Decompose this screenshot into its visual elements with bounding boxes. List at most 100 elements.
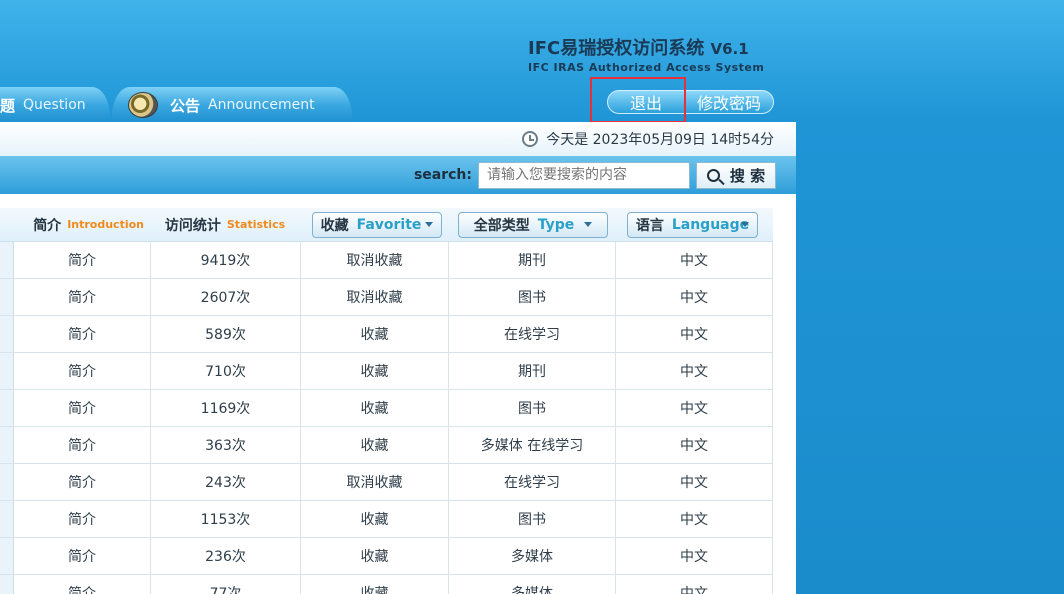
stats-cell: 1169次 [151, 390, 301, 426]
favorite-toggle[interactable]: 取消收藏 [301, 242, 449, 278]
table-row: 简介 589次 收藏 在线学习 中文 [0, 316, 773, 353]
search-icon [706, 168, 720, 182]
brand-logo: IFC易瑞授权访问系统 V6.1 IFC IRAS Authorized Acc… [528, 34, 764, 74]
current-datetime: 今天是 2023年05月09日 14时54分 [546, 132, 774, 148]
search-button-label: 搜 索 [729, 166, 766, 185]
header-stats: 访问统计 Statistics [150, 215, 300, 235]
table-row: 简介 9419次 取消收藏 期刊 中文 [0, 242, 773, 279]
row-gutter [0, 575, 14, 594]
stats-cell: 363次 [151, 427, 301, 463]
favorite-toggle[interactable]: 收藏 [301, 390, 449, 426]
favorite-toggle[interactable]: 取消收藏 [301, 279, 449, 315]
stats-cell: 1153次 [151, 501, 301, 537]
language-dropdown-en: Language [671, 216, 750, 233]
brand-subtitle: IFC IRAS Authorized Access System [528, 61, 765, 74]
tab-question-cn: 题 [0, 96, 16, 115]
speaker-icon [128, 92, 158, 118]
type-dropdown-cn: 全部类型 [473, 217, 530, 234]
type-cell: 多媒体 [449, 575, 616, 594]
search-button[interactable]: 搜 索 [696, 161, 776, 189]
header-stats-cn: 访问统计 [164, 217, 221, 234]
clock-icon [522, 131, 539, 147]
row-gutter [0, 353, 14, 389]
favorite-dropdown[interactable]: 收藏 Favorite [312, 211, 442, 238]
tab-announcement-cn: 公告 [170, 96, 201, 115]
type-cell: 在线学习 [449, 464, 616, 500]
chevron-down-icon [425, 222, 434, 227]
header-intro-cn: 简介 [33, 217, 62, 234]
row-gutter [0, 501, 14, 537]
header-stats-en: Statistics [226, 218, 286, 231]
type-cell: 期刊 [449, 353, 616, 389]
type-cell: 多媒体 [449, 538, 616, 574]
intro-link[interactable]: 简介 [14, 353, 151, 389]
language-dropdown[interactable]: 语言 Language [627, 211, 758, 238]
table-body: 简介 9419次 取消收藏 期刊 中文 简介 2607次 取消收藏 图书 中文 … [0, 242, 773, 594]
language-cell: 中文 [616, 501, 773, 537]
favorite-toggle[interactable]: 取消收藏 [301, 464, 449, 500]
row-gutter [0, 242, 14, 278]
favorite-toggle[interactable]: 收藏 [301, 501, 449, 537]
type-dropdown[interactable]: 全部类型 Type [458, 211, 608, 238]
stats-cell: 9419次 [151, 242, 301, 278]
tab-question-en: Question [23, 97, 86, 113]
highlight-box [590, 77, 686, 123]
favorite-toggle[interactable]: 收藏 [301, 316, 449, 352]
language-cell: 中文 [616, 538, 773, 574]
brand-version: V6.1 [710, 40, 749, 58]
language-cell: 中文 [616, 242, 773, 278]
type-cell: 期刊 [449, 242, 616, 278]
intro-link[interactable]: 简介 [14, 464, 151, 500]
search-bar: search: 搜 索 [0, 156, 796, 194]
table-row: 简介 1169次 收藏 图书 中文 [0, 390, 773, 427]
intro-link[interactable]: 简介 [14, 390, 151, 426]
intro-link[interactable]: 简介 [14, 501, 151, 537]
favorite-toggle[interactable]: 收藏 [301, 538, 449, 574]
language-dropdown-cn: 语言 [635, 217, 664, 234]
type-cell: 在线学习 [449, 316, 616, 352]
type-cell: 图书 [449, 390, 616, 426]
language-cell: 中文 [616, 316, 773, 352]
stats-cell: 236次 [151, 538, 301, 574]
type-cell: 多媒体 在线学习 [449, 427, 616, 463]
intro-link[interactable]: 简介 [14, 427, 151, 463]
language-cell: 中文 [616, 575, 773, 594]
language-cell: 中文 [616, 464, 773, 500]
tab-announcement-en: Announcement [208, 97, 315, 113]
intro-link[interactable]: 简介 [14, 316, 151, 352]
tab-question[interactable]: 题 Question [0, 87, 110, 123]
stats-cell: 589次 [151, 316, 301, 352]
type-dropdown-en: Type [537, 216, 575, 233]
table-row: 简介 710次 收藏 期刊 中文 [0, 353, 773, 390]
language-cell: 中文 [616, 353, 773, 389]
resource-table: 简介 Introduction 访问统计 Statistics 收藏 Favor… [0, 208, 773, 594]
table-row: 简介 2607次 取消收藏 图书 中文 [0, 279, 773, 316]
favorite-toggle[interactable]: 收藏 [301, 575, 449, 594]
row-gutter [0, 390, 14, 426]
table-row: 简介 1153次 收藏 图书 中文 [0, 501, 773, 538]
header-language: 语言 Language [615, 211, 772, 238]
search-input[interactable] [478, 161, 690, 189]
intro-link[interactable]: 简介 [14, 242, 151, 278]
row-gutter [0, 316, 14, 352]
header-intro: 简介 Introduction [0, 215, 150, 235]
table-row: 简介 243次 取消收藏 在线学习 中文 [0, 464, 773, 501]
table-row: 简介 363次 收藏 多媒体 在线学习 中文 [0, 427, 773, 464]
favorite-dropdown-en: Favorite [356, 216, 422, 233]
row-gutter [0, 464, 14, 500]
stats-cell: 77次 [151, 575, 301, 594]
header-favorite: 收藏 Favorite [300, 211, 448, 238]
intro-link[interactable]: 简介 [14, 575, 151, 594]
brand-title: IFC易瑞授权访问系统 V6.1 [528, 34, 764, 60]
tab-announcement[interactable]: 公告 Announcement [112, 87, 352, 123]
favorite-toggle[interactable]: 收藏 [301, 427, 449, 463]
intro-link[interactable]: 简介 [14, 279, 151, 315]
intro-link[interactable]: 简介 [14, 538, 151, 574]
favorite-toggle[interactable]: 收藏 [301, 353, 449, 389]
type-cell: 图书 [449, 279, 616, 315]
change-password-button[interactable]: 修改密码 [685, 90, 773, 114]
table-row: 简介 236次 收藏 多媒体 中文 [0, 538, 773, 575]
language-cell: 中文 [616, 427, 773, 463]
favorite-dropdown-cn: 收藏 [320, 217, 349, 234]
stats-cell: 710次 [151, 353, 301, 389]
